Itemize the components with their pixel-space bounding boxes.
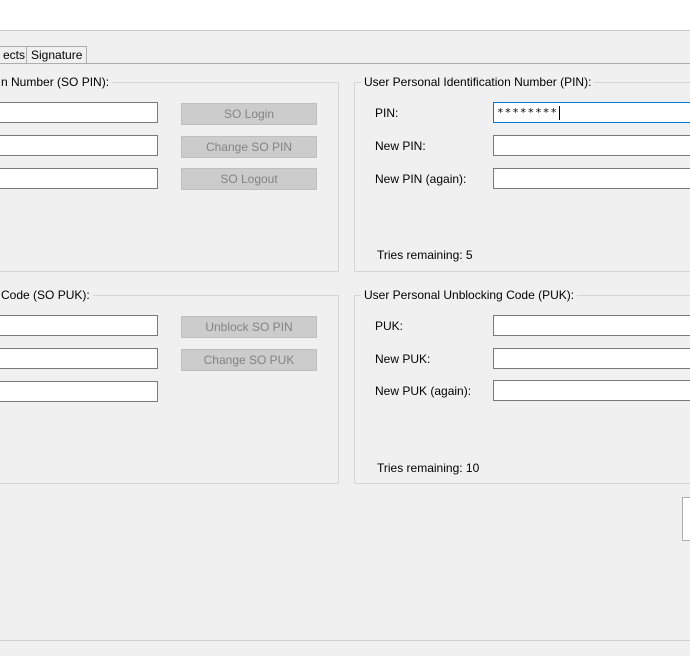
tab-signature[interactable]: Signature xyxy=(26,46,88,64)
pin-tries-remaining: Tries remaining: 5 xyxy=(377,248,473,262)
new-puk-label: New PUK: xyxy=(375,352,431,366)
pin-label: PIN: xyxy=(375,106,399,120)
so-puk-group-title: Code (SO PUK): xyxy=(0,288,93,302)
change-so-pin-button[interactable]: Change SO PIN xyxy=(181,136,317,158)
puk-field[interactable] xyxy=(493,315,690,336)
so-new-puk-field[interactable] xyxy=(0,348,158,369)
so-new-puk-again-field[interactable] xyxy=(0,381,158,402)
new-puk-field[interactable] xyxy=(493,348,690,369)
so-pin-field[interactable] xyxy=(0,102,158,123)
user-pin-group-title: User Personal Identification Number (PIN… xyxy=(361,75,595,89)
so-new-pin-again-field[interactable] xyxy=(0,168,158,189)
puk-label: PUK: xyxy=(375,319,404,333)
so-login-button[interactable]: SO Login xyxy=(181,103,317,125)
partial-dialog-button[interactable] xyxy=(682,497,690,541)
text-caret xyxy=(558,106,560,120)
tab-strip: ects Signature xyxy=(0,44,690,64)
pin-field[interactable]: ******** xyxy=(493,102,690,123)
pin-field-value: ******** xyxy=(497,106,558,119)
new-pin-field[interactable] xyxy=(493,135,690,156)
new-puk-again-field[interactable] xyxy=(493,380,690,401)
new-puk-again-label: New PUK (again): xyxy=(375,384,472,398)
new-pin-again-label: New PIN (again): xyxy=(375,172,467,186)
new-pin-label: New PIN: xyxy=(375,139,426,153)
unblock-so-pin-button[interactable]: Unblock SO PIN xyxy=(181,316,317,338)
so-pin-group-title: n Number (SO PIN): xyxy=(0,75,113,89)
so-puk-field[interactable] xyxy=(0,315,158,336)
status-bar xyxy=(0,640,690,656)
so-logout-button[interactable]: SO Logout xyxy=(181,168,317,190)
change-so-puk-button[interactable]: Change SO PUK xyxy=(181,349,317,371)
so-new-pin-field[interactable] xyxy=(0,135,158,156)
puk-tries-remaining: Tries remaining: 10 xyxy=(377,461,480,475)
top-toolbar-area xyxy=(0,0,690,31)
user-puk-group-title: User Personal Unblocking Code (PUK): xyxy=(361,288,578,302)
new-pin-again-field[interactable] xyxy=(493,168,690,189)
